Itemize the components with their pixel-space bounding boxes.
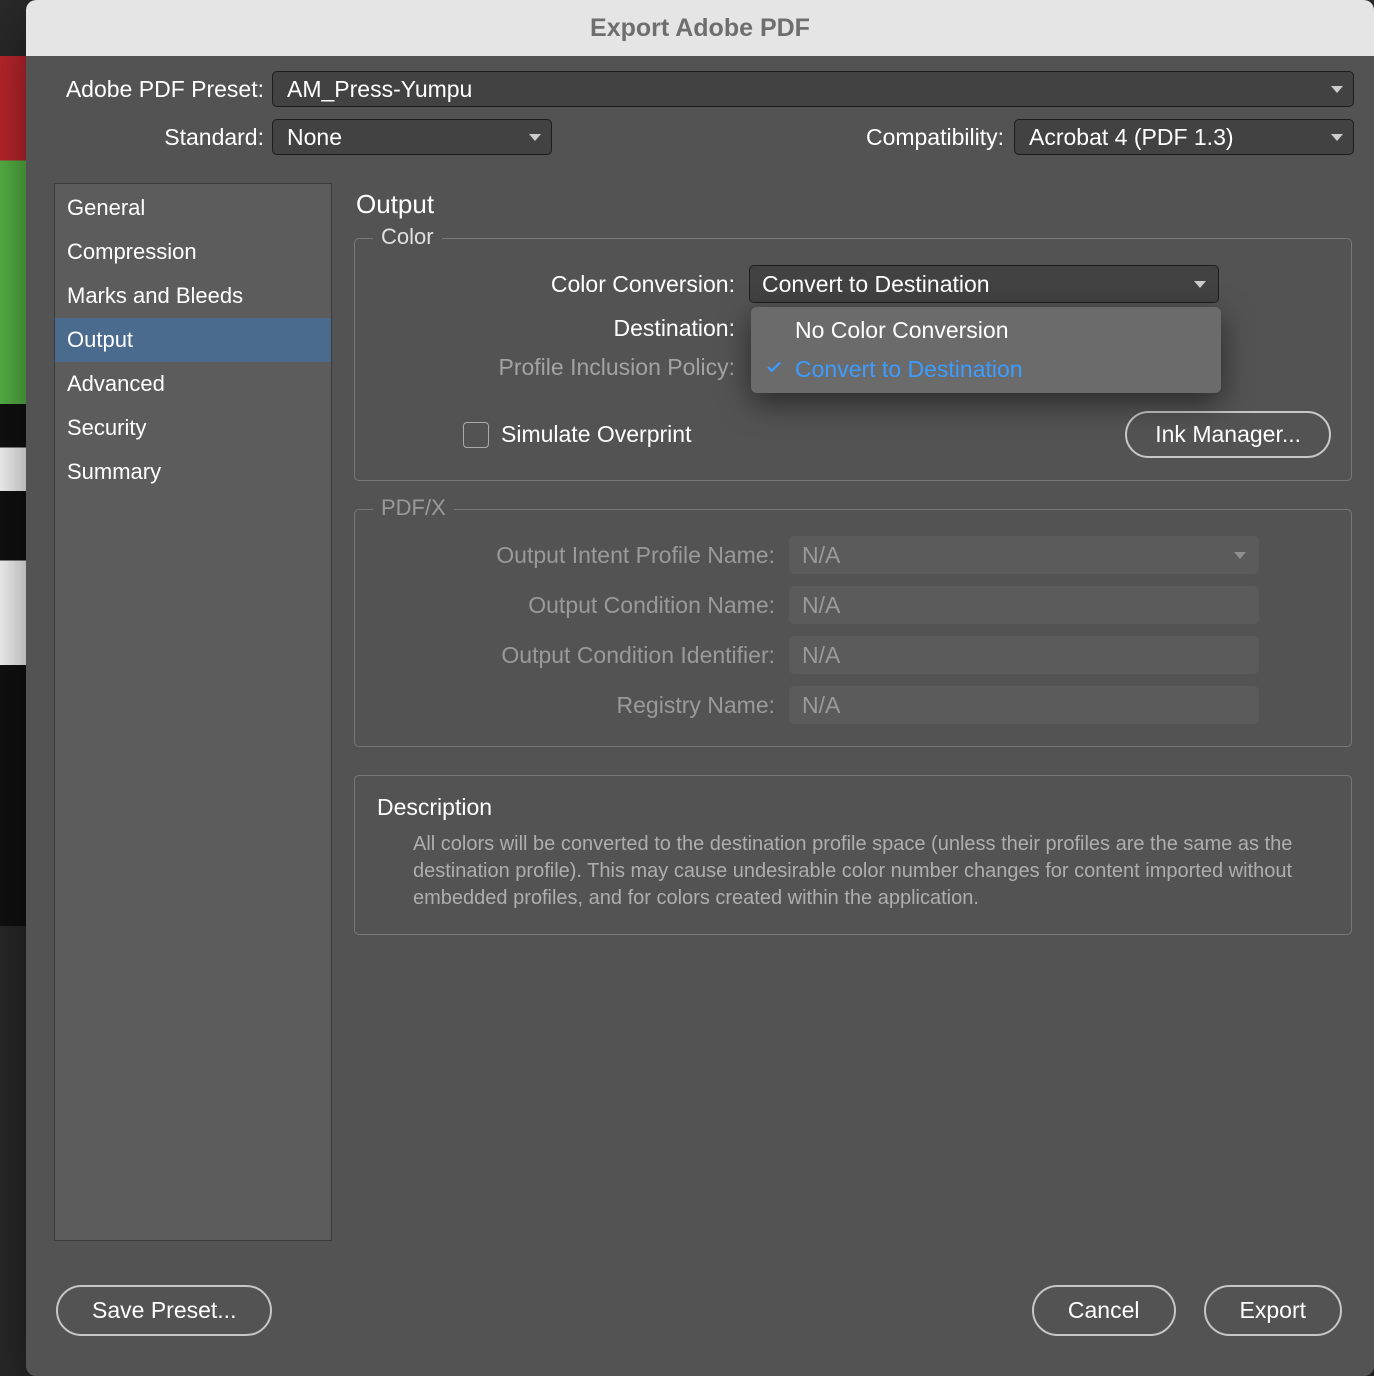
output-intent-select: N/A <box>789 536 1259 574</box>
pdfx-fieldset: PDF/X Output Intent Profile Name: N/A Ou… <box>354 509 1352 747</box>
save-preset-button[interactable]: Save Preset... <box>56 1285 272 1336</box>
dialog-body: General Compression Marks and Bleeds Out… <box>26 173 1374 1267</box>
sidebar-item-general[interactable]: General <box>55 186 331 230</box>
compatibility-value: Acrobat 4 (PDF 1.3) <box>1029 124 1234 151</box>
standard-value: None <box>287 124 342 151</box>
dialog-footer: Save Preset... Cancel Export <box>26 1267 1374 1376</box>
output-condition-name-label: Output Condition Name: <box>375 592 775 619</box>
sidebar-item-marks-bleeds[interactable]: Marks and Bleeds <box>55 274 331 318</box>
description-text: All colors will be converted to the dest… <box>377 831 1329 912</box>
check-icon <box>765 358 783 376</box>
output-condition-name-value: N/A <box>802 592 840 619</box>
background-artwork <box>0 56 26 926</box>
compatibility-label: Compatibility: <box>866 124 1004 151</box>
chevron-down-icon <box>1234 552 1246 559</box>
profile-inclusion-label: Profile Inclusion Policy: <box>375 354 735 381</box>
color-conversion-label: Color Conversion: <box>375 271 735 298</box>
ink-manager-button[interactable]: Ink Manager... <box>1125 411 1331 458</box>
standard-label: Standard: <box>54 124 264 151</box>
preset-label: Adobe PDF Preset: <box>54 76 264 103</box>
dropdown-option-convert-to-destination[interactable]: Convert to Destination <box>751 350 1221 389</box>
description-title: Description <box>377 794 1329 821</box>
chevron-down-icon <box>1331 134 1343 141</box>
output-intent-label: Output Intent Profile Name: <box>375 542 775 569</box>
export-button[interactable]: Export <box>1204 1285 1342 1336</box>
color-conversion-value: Convert to Destination <box>762 271 990 298</box>
destination-label: Destination: <box>375 315 735 342</box>
simulate-overprint-checkbox[interactable] <box>463 422 489 448</box>
top-controls: Adobe PDF Preset: AM_Press-Yumpu Standar… <box>26 56 1374 173</box>
cancel-button[interactable]: Cancel <box>1032 1285 1176 1336</box>
output-condition-identifier-label: Output Condition Identifier: <box>375 642 775 669</box>
color-fieldset: Color Color Conversion: Convert to Desti… <box>354 238 1352 481</box>
color-legend: Color <box>373 224 442 250</box>
registry-name-value: N/A <box>802 692 840 719</box>
registry-name-label: Registry Name: <box>375 692 775 719</box>
sidebar-item-output[interactable]: Output <box>55 318 331 362</box>
output-condition-identifier-field: N/A <box>789 636 1259 674</box>
sidebar: General Compression Marks and Bleeds Out… <box>54 183 332 1241</box>
compatibility-select[interactable]: Acrobat 4 (PDF 1.3) <box>1014 119 1354 155</box>
chevron-down-icon <box>1194 281 1206 288</box>
description-box: Description All colors will be converted… <box>354 775 1352 935</box>
color-conversion-select[interactable]: Convert to Destination <box>749 265 1219 303</box>
preset-select[interactable]: AM_Press-Yumpu <box>272 71 1354 107</box>
preset-value: AM_Press-Yumpu <box>287 76 472 103</box>
output-intent-value: N/A <box>802 542 840 569</box>
output-condition-identifier-value: N/A <box>802 642 840 669</box>
pdfx-legend: PDF/X <box>373 495 454 521</box>
dropdown-option-label: Convert to Destination <box>795 356 1023 382</box>
chevron-down-icon <box>1331 86 1343 93</box>
chevron-down-icon <box>529 134 541 141</box>
sidebar-item-advanced[interactable]: Advanced <box>55 362 331 406</box>
section-title: Output <box>356 189 1354 220</box>
export-pdf-dialog: Export Adobe PDF Adobe PDF Preset: AM_Pr… <box>26 0 1374 1376</box>
registry-name-field: N/A <box>789 686 1259 724</box>
main-panel: Output Color Color Conversion: Convert t… <box>352 183 1354 1267</box>
standard-select[interactable]: None <box>272 119 552 155</box>
dropdown-option-no-conversion[interactable]: No Color Conversion <box>751 311 1221 350</box>
color-conversion-dropdown-open[interactable]: No Color Conversion Convert to Destinati… <box>751 307 1221 393</box>
sidebar-item-security[interactable]: Security <box>55 406 331 450</box>
output-condition-name-field: N/A <box>789 586 1259 624</box>
sidebar-item-compression[interactable]: Compression <box>55 230 331 274</box>
dialog-title: Export Adobe PDF <box>26 0 1374 56</box>
sidebar-item-summary[interactable]: Summary <box>55 450 331 494</box>
simulate-overprint-label: Simulate Overprint <box>501 421 691 448</box>
